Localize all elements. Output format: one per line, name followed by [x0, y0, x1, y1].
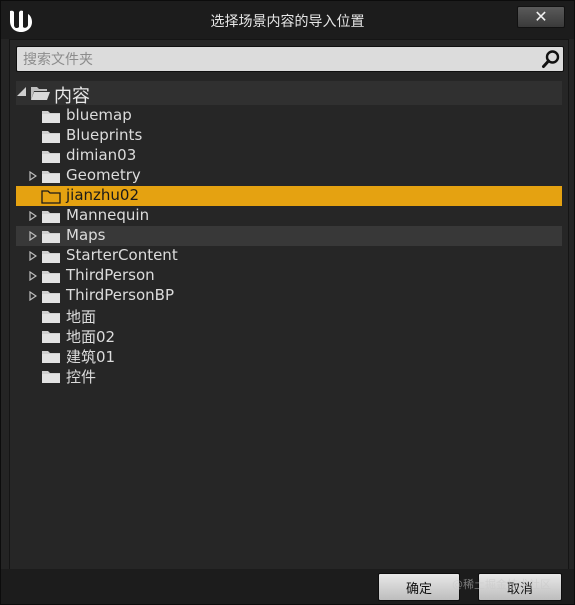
- folder-icon: [42, 211, 60, 223]
- import-location-dialog: 选择场景内容的导入位置 ✕ 内容 bluemap Blueprints dimian…: [0, 0, 575, 605]
- folder-tree-item[interactable]: bluemap: [16, 106, 562, 126]
- expand-arrow-icon[interactable]: [29, 211, 37, 221]
- expand-arrow-icon[interactable]: [29, 251, 37, 261]
- folder-tree-item-label: Blueprints: [66, 126, 143, 144]
- folder-icon: [42, 251, 60, 263]
- folder-tree-item[interactable]: ThirdPersonBP: [16, 286, 562, 306]
- expand-arrow-icon[interactable]: [29, 231, 37, 241]
- folder-tree-item-label: jianzhu02: [66, 186, 140, 204]
- folder-tree-item-label: bluemap: [66, 106, 132, 124]
- folder-icon: [42, 371, 60, 383]
- folder-icon: [42, 131, 60, 143]
- folder-tree-item-label: 建筑01: [66, 348, 116, 366]
- expand-arrow-icon[interactable]: [29, 171, 37, 181]
- collapse-arrow-icon[interactable]: [17, 87, 27, 97]
- folder-tree-item[interactable]: 地面: [16, 306, 562, 326]
- confirm-button[interactable]: 确定: [378, 573, 460, 601]
- folder-icon: [42, 271, 60, 283]
- folder-icon: [42, 171, 60, 183]
- folder-icon: [41, 190, 61, 204]
- folder-icon: [42, 291, 60, 303]
- folder-tree-item-label: 控件: [66, 368, 97, 386]
- folder-tree-item-label: ThirdPersonBP: [66, 286, 175, 304]
- close-icon: ✕: [534, 7, 548, 26]
- close-button[interactable]: ✕: [517, 6, 565, 28]
- folder-tree-item[interactable]: Blueprints: [16, 126, 562, 146]
- folder-tree-item-label: Mannequin: [66, 206, 150, 224]
- folder-tree-item[interactable]: Geometry: [16, 166, 562, 186]
- folder-icon: [42, 331, 60, 343]
- folder-tree-item[interactable]: Mannequin: [16, 206, 562, 226]
- folder-search-box[interactable]: [16, 46, 564, 72]
- folder-icon: [42, 151, 60, 163]
- tree-root-label: 内容: [54, 86, 90, 107]
- folder-tree-item[interactable]: jianzhu02: [16, 186, 562, 206]
- folder-tree-item[interactable]: 建筑01: [16, 346, 562, 366]
- folder-tree-item-label: StarterContent: [66, 246, 178, 264]
- folder-tree-item-label: Maps: [66, 226, 106, 244]
- search-icon[interactable]: [541, 49, 561, 69]
- folder-tree-item-label: Geometry: [66, 166, 141, 184]
- folder-icon: [42, 311, 60, 323]
- dialog-title: 选择场景内容的导入位置: [210, 14, 365, 30]
- folder-tree-item[interactable]: 控件: [16, 366, 562, 386]
- folder-tree-item-label: ThirdPerson: [66, 266, 155, 284]
- folder-icon: [42, 351, 60, 363]
- folder-icon: [42, 111, 60, 123]
- folder-icon: [42, 231, 60, 243]
- folder-tree-item[interactable]: Maps: [16, 226, 562, 246]
- folder-tree-item-label: 地面02: [66, 328, 116, 346]
- folder-tree-item-label: dimian03: [66, 146, 137, 164]
- search-input[interactable]: [21, 49, 525, 70]
- tree-root-content[interactable]: 内容: [16, 81, 562, 107]
- folder-tree-item-label: 地面: [66, 308, 97, 326]
- watermark-text: @稀土掘金技术社区: [452, 578, 551, 591]
- folder-tree-item[interactable]: ThirdPerson: [16, 266, 562, 286]
- folder-tree-item[interactable]: StarterContent: [16, 246, 562, 266]
- open-folder-icon: [31, 87, 50, 100]
- folder-tree-item[interactable]: 地面02: [16, 326, 562, 346]
- folder-tree-item[interactable]: dimian03: [16, 146, 562, 166]
- expand-arrow-icon[interactable]: [29, 271, 37, 281]
- expand-arrow-icon[interactable]: [29, 291, 37, 301]
- title-bar[interactable]: 选择场景内容的导入位置 ✕: [1, 1, 574, 39]
